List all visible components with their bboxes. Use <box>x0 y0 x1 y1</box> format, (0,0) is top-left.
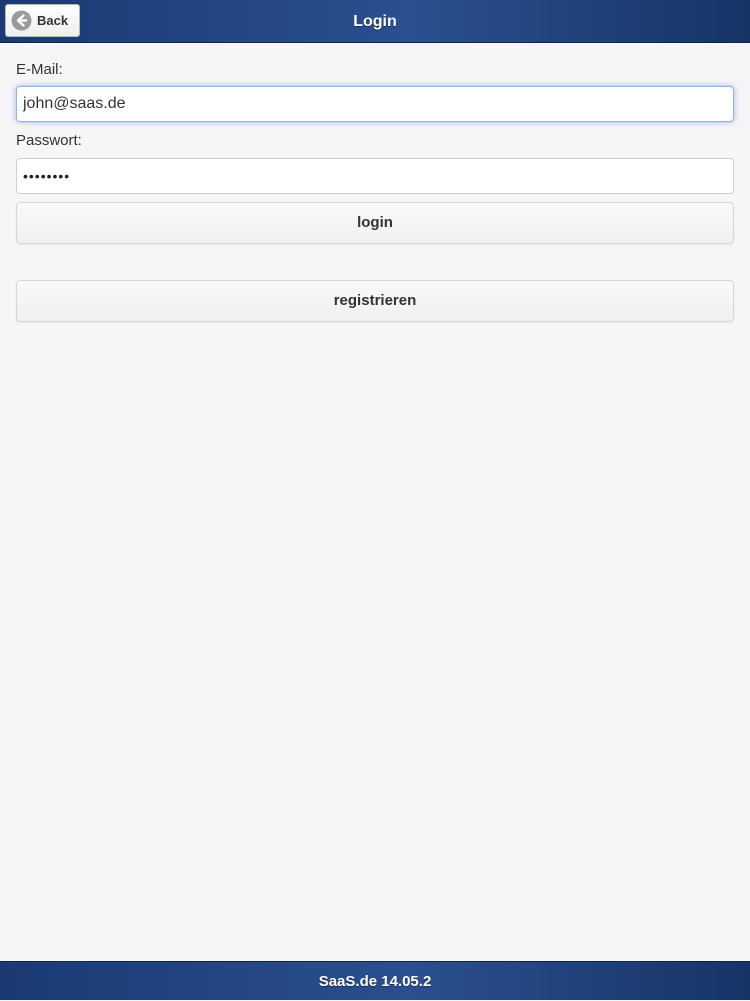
password-field[interactable] <box>16 158 734 194</box>
back-button[interactable]: Back <box>5 4 80 37</box>
email-label: E-Mail: <box>16 61 63 78</box>
password-label: Passwort: <box>16 132 82 149</box>
header-bar: Login Back <box>0 0 750 43</box>
footer-version: SaaS.de 14.05.2 <box>0 961 750 1000</box>
email-field[interactable] <box>16 86 734 122</box>
login-button[interactable]: login <box>16 202 734 244</box>
register-button[interactable]: registrieren <box>16 280 734 322</box>
page-title: Login <box>353 13 397 30</box>
back-button-label: Back <box>37 13 69 28</box>
arrow-left-circle-icon <box>11 10 32 31</box>
